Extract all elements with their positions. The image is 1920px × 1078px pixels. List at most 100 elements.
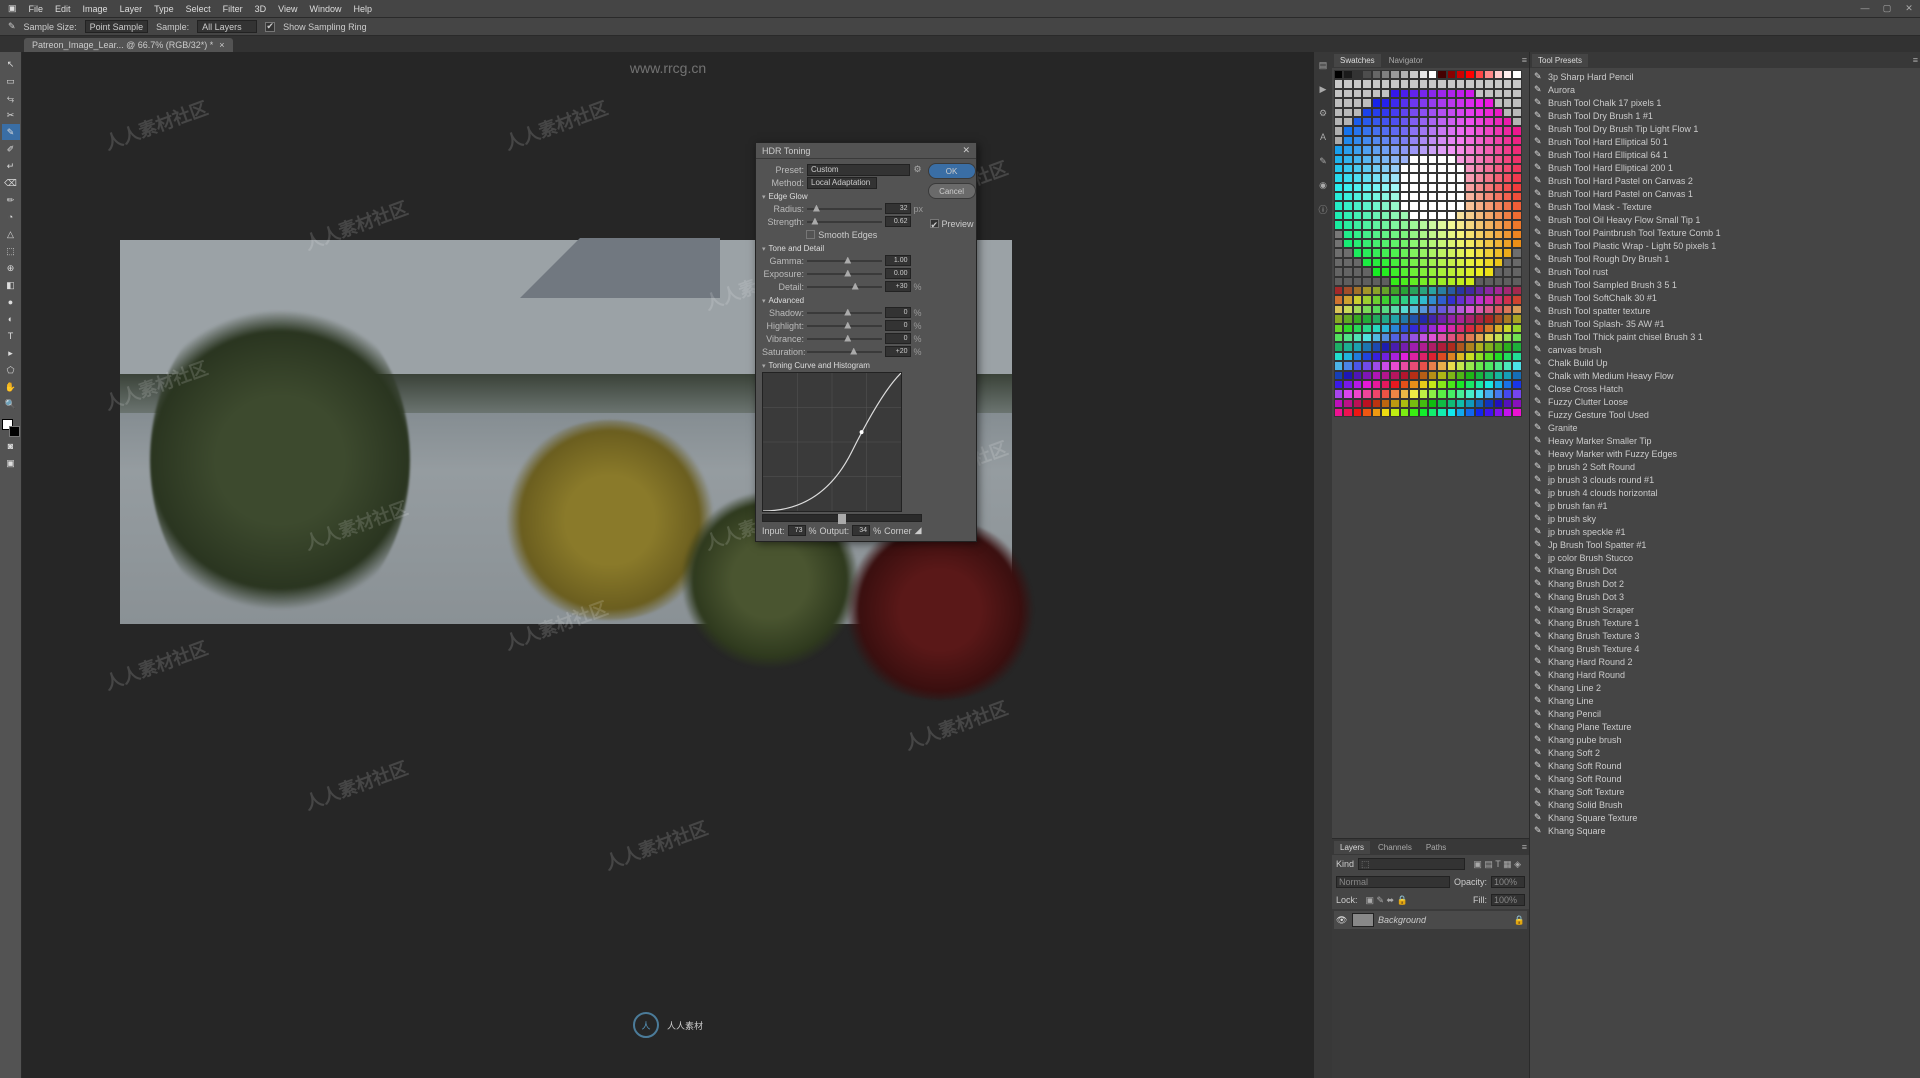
swatch[interactable] — [1465, 277, 1474, 286]
swatch[interactable] — [1447, 108, 1456, 117]
swatch[interactable] — [1381, 295, 1390, 304]
swatch[interactable] — [1334, 286, 1343, 295]
swatch[interactable] — [1409, 267, 1418, 276]
swatch[interactable] — [1409, 352, 1418, 361]
vibrance-slider[interactable] — [807, 338, 882, 340]
swatch[interactable] — [1512, 371, 1521, 380]
swatch[interactable] — [1465, 164, 1474, 173]
tool-preset-item[interactable]: ✎Brush Tool Hard Elliptical 50 1 — [1532, 135, 1918, 148]
swatch[interactable] — [1475, 352, 1484, 361]
swatch[interactable] — [1456, 352, 1465, 361]
swatch[interactable] — [1512, 342, 1521, 351]
swatch[interactable] — [1362, 173, 1371, 182]
swatch[interactable] — [1372, 108, 1381, 117]
swatch[interactable] — [1343, 70, 1352, 79]
tool-preset-item[interactable]: ✎jp brush fan #1 — [1532, 499, 1918, 512]
swatch[interactable] — [1381, 342, 1390, 351]
swatch[interactable] — [1512, 267, 1521, 276]
menu-3d[interactable]: 3D — [255, 4, 267, 14]
swatch[interactable] — [1456, 173, 1465, 182]
swatch[interactable] — [1419, 117, 1428, 126]
swatch[interactable] — [1390, 192, 1399, 201]
swatch[interactable] — [1437, 324, 1446, 333]
swatch[interactable] — [1409, 108, 1418, 117]
swatch[interactable] — [1362, 314, 1371, 323]
swatch[interactable] — [1512, 70, 1521, 79]
swatch[interactable] — [1484, 267, 1493, 276]
swatch[interactable] — [1362, 164, 1371, 173]
swatch[interactable] — [1437, 145, 1446, 154]
swatch[interactable] — [1456, 305, 1465, 314]
character-icon[interactable]: A — [1316, 130, 1330, 144]
swatch[interactable] — [1456, 277, 1465, 286]
properties-icon[interactable]: ⚙ — [1316, 106, 1330, 120]
swatch[interactable] — [1503, 164, 1512, 173]
swatch[interactable] — [1456, 361, 1465, 370]
swatch[interactable] — [1372, 201, 1381, 210]
swatch[interactable] — [1494, 314, 1503, 323]
corner-icon[interactable]: ◢ — [915, 525, 922, 536]
swatch[interactable] — [1400, 136, 1409, 145]
swatch[interactable] — [1381, 126, 1390, 135]
swatch[interactable] — [1512, 136, 1521, 145]
swatch[interactable] — [1353, 239, 1362, 248]
swatch[interactable] — [1353, 333, 1362, 342]
menu-image[interactable]: Image — [83, 4, 108, 14]
layer-filter-select[interactable]: ⬚ — [1358, 858, 1465, 870]
swatch[interactable] — [1334, 108, 1343, 117]
swatch[interactable] — [1419, 145, 1428, 154]
swatch[interactable] — [1494, 201, 1503, 210]
swatch[interactable] — [1381, 248, 1390, 257]
swatch[interactable] — [1390, 145, 1399, 154]
swatch[interactable] — [1419, 408, 1428, 417]
cancel-button[interactable]: Cancel — [928, 183, 976, 199]
swatch[interactable] — [1400, 239, 1409, 248]
swatch[interactable] — [1334, 295, 1343, 304]
swatch[interactable] — [1362, 352, 1371, 361]
swatch[interactable] — [1428, 89, 1437, 98]
swatch[interactable] — [1362, 98, 1371, 107]
panel-menu-icon[interactable]: ≡ — [1913, 55, 1918, 65]
swatch[interactable] — [1512, 211, 1521, 220]
swatch[interactable] — [1353, 267, 1362, 276]
swatch[interactable] — [1503, 239, 1512, 248]
swatch[interactable] — [1437, 371, 1446, 380]
swatch[interactable] — [1419, 230, 1428, 239]
tool-preset-item[interactable]: ✎Khang Brush Dot 3 — [1532, 590, 1918, 603]
swatch[interactable] — [1390, 314, 1399, 323]
swatch[interactable] — [1475, 286, 1484, 295]
swatch[interactable] — [1334, 314, 1343, 323]
swatch[interactable] — [1390, 108, 1399, 117]
swatch[interactable] — [1456, 183, 1465, 192]
swatch[interactable] — [1428, 220, 1437, 229]
swatch[interactable] — [1475, 258, 1484, 267]
swatch[interactable] — [1334, 324, 1343, 333]
tool-preset-item[interactable]: ✎3p Sharp Hard Pencil — [1532, 70, 1918, 83]
swatch[interactable] — [1343, 117, 1352, 126]
swatch[interactable] — [1334, 267, 1343, 276]
swatch[interactable] — [1447, 342, 1456, 351]
swatch[interactable] — [1503, 117, 1512, 126]
swatch[interactable] — [1343, 286, 1352, 295]
tool-20[interactable]: 🔍 — [2, 396, 20, 412]
swatch[interactable] — [1372, 342, 1381, 351]
swatch[interactable] — [1475, 192, 1484, 201]
swatch[interactable] — [1419, 155, 1428, 164]
swatch[interactable] — [1494, 352, 1503, 361]
swatch[interactable] — [1334, 342, 1343, 351]
swatch[interactable] — [1362, 89, 1371, 98]
swatch[interactable] — [1343, 408, 1352, 417]
swatch[interactable] — [1390, 155, 1399, 164]
tool-preset-item[interactable]: ✎Khang Square Texture — [1532, 811, 1918, 824]
swatch[interactable] — [1512, 117, 1521, 126]
swatch[interactable] — [1456, 295, 1465, 304]
swatch[interactable] — [1362, 220, 1371, 229]
swatch[interactable] — [1456, 399, 1465, 408]
swatch[interactable] — [1512, 155, 1521, 164]
swatch[interactable] — [1447, 220, 1456, 229]
swatch[interactable] — [1475, 342, 1484, 351]
menu-file[interactable]: File — [29, 4, 44, 14]
tool-preset-item[interactable]: ✎Brush Tool Sampled Brush 3 5 1 — [1532, 278, 1918, 291]
swatch[interactable] — [1390, 173, 1399, 182]
tool-preset-item[interactable]: ✎Khang Brush Texture 1 — [1532, 616, 1918, 629]
